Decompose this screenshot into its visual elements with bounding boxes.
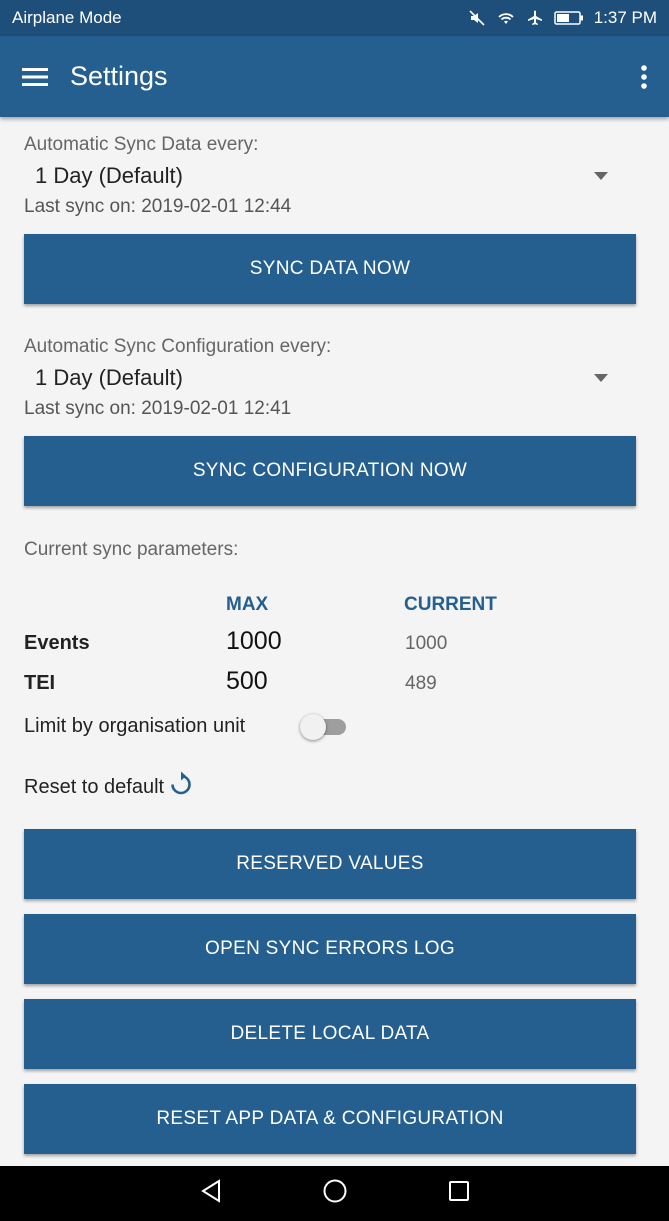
events-current-value: 1000 (405, 633, 448, 654)
config-sync-period-select[interactable]: 1 Day (Default) (35, 365, 183, 391)
delete-local-data-button[interactable]: DELETE LOCAL DATA (24, 999, 636, 1069)
reserved-values-button[interactable]: RESERVED VALUES (24, 829, 636, 899)
sync-parameters-title: Current sync parameters: (24, 539, 239, 560)
events-max-input[interactable]: 1000 (226, 627, 282, 656)
sync-data-now-button[interactable]: SYNC DATA NOW (24, 234, 636, 304)
airplane-icon (526, 9, 544, 27)
data-last-sync-text: Last sync on: 2019-02-01 12:44 (24, 196, 292, 217)
reset-app-data-button[interactable]: RESET APP DATA & CONFIGURATION (24, 1084, 636, 1154)
hamburger-menu-icon[interactable] (0, 36, 70, 117)
open-sync-errors-log-button[interactable]: OPEN SYNC ERRORS LOG (24, 914, 636, 984)
data-sync-period-select[interactable]: 1 Day (Default) (35, 163, 183, 189)
data-sync-dropdown-arrow-icon[interactable] (594, 172, 608, 180)
config-sync-label: Automatic Sync Configuration every: (24, 336, 332, 357)
tei-current-value: 489 (405, 673, 437, 694)
data-sync-label: Automatic Sync Data every: (24, 134, 259, 155)
reset-icon[interactable] (168, 771, 194, 803)
config-sync-dropdown-arrow-icon[interactable] (594, 374, 608, 382)
tei-max-input[interactable]: 500 (226, 667, 268, 696)
reset-to-default[interactable]: Reset to default (24, 771, 194, 803)
sync-configuration-now-button[interactable]: SYNC CONFIGURATION NOW (24, 436, 636, 506)
more-vertical-icon[interactable] (619, 36, 669, 117)
limit-by-org-unit-label: Limit by organisation unit (24, 715, 246, 737)
wifi-icon (496, 9, 516, 27)
config-last-sync-text: Last sync on: 2019-02-01 12:41 (24, 398, 292, 419)
reset-to-default-label: Reset to default (24, 775, 165, 798)
current-column-header: CURRENT (404, 594, 497, 615)
limit-by-org-unit-toggle[interactable] (300, 712, 348, 742)
status-icons: 1:37 PM (468, 8, 657, 28)
events-label: Events (24, 632, 90, 654)
airplane-mode-text: Airplane Mode (12, 8, 122, 27)
navigation-bar (0, 1166, 669, 1221)
page-title: Settings (70, 61, 168, 91)
toggle-knob (300, 714, 326, 740)
app-bar: Settings (0, 36, 669, 117)
recents-icon[interactable] (448, 1180, 470, 1207)
max-column-header: MAX (226, 594, 269, 615)
mute-icon (468, 9, 486, 27)
back-icon[interactable] (200, 1179, 222, 1208)
clock-time: 1:37 PM (593, 8, 657, 27)
home-icon[interactable] (322, 1178, 348, 1209)
settings-content: Automatic Sync Data every: 1 Day (Defaul… (0, 117, 669, 1166)
tei-label: TEI (24, 672, 56, 694)
status-bar: Airplane Mode 1:37 PM (0, 0, 669, 36)
battery-icon (553, 10, 584, 26)
